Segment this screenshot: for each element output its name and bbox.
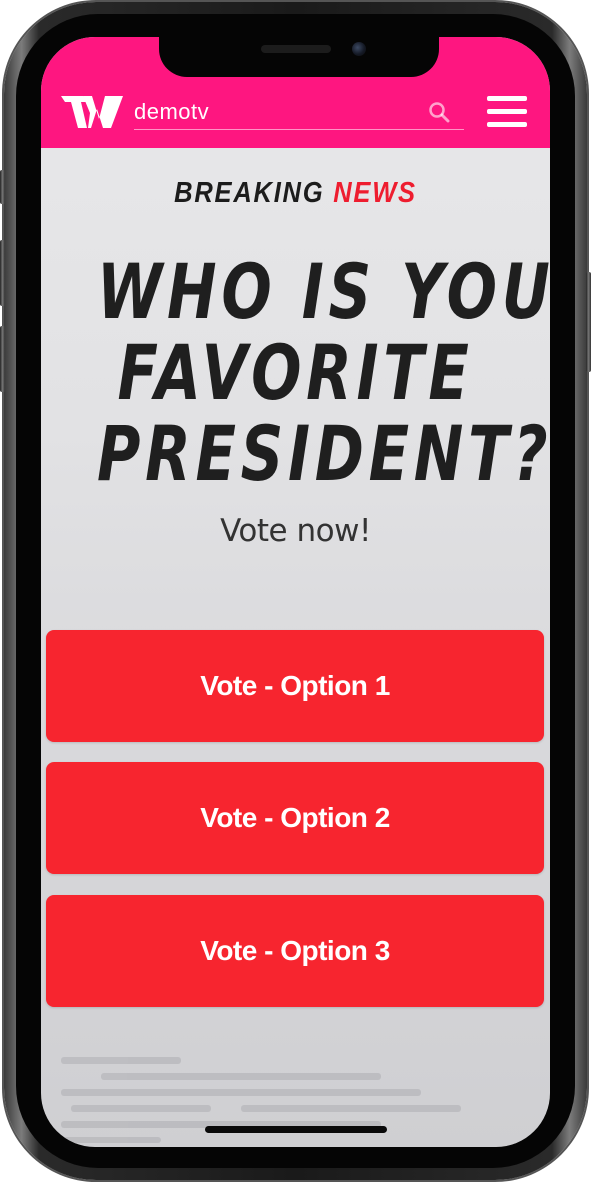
side-button-left-1 bbox=[0, 170, 5, 204]
side-button-left-2 bbox=[0, 240, 5, 306]
side-button-left-3 bbox=[0, 326, 5, 392]
poll-question: WHO IS YOUR FAVORITE PRESIDENT? bbox=[96, 247, 550, 498]
vote-option-3-button[interactable]: Vote - Option 3 bbox=[46, 895, 544, 1007]
front-camera-icon bbox=[352, 42, 366, 56]
vote-now-text: Vote now! bbox=[220, 513, 371, 549]
poll-question-line-2: FAVORITE bbox=[117, 328, 474, 417]
kicker-prefix: BREAKING bbox=[174, 177, 325, 209]
search-icon[interactable] bbox=[428, 101, 450, 123]
vote-option-1-button[interactable]: Vote - Option 1 bbox=[46, 630, 544, 742]
vote-option-2-button[interactable]: Vote - Option 2 bbox=[46, 762, 544, 874]
search-field[interactable]: demotv bbox=[134, 95, 464, 130]
search-input-value[interactable]: demotv bbox=[134, 99, 209, 125]
kicker-accent: NEWS bbox=[333, 177, 417, 209]
tw-logo-icon[interactable] bbox=[61, 93, 123, 131]
breaking-news-kicker: BREAKING NEWS bbox=[72, 177, 520, 210]
speaker-grille bbox=[261, 45, 331, 53]
poll-question-line-3: PRESIDENT? bbox=[96, 409, 550, 498]
phone-screen: demotv BREAKING NEWS WHO IS YOU FAVORITE… bbox=[41, 37, 550, 1147]
home-indicator[interactable] bbox=[205, 1126, 387, 1133]
hamburger-menu-icon[interactable] bbox=[487, 94, 527, 128]
poll-question-line-1: WHO IS YOUR bbox=[96, 247, 550, 336]
side-button-right bbox=[586, 272, 591, 372]
phone-notch bbox=[159, 37, 439, 77]
